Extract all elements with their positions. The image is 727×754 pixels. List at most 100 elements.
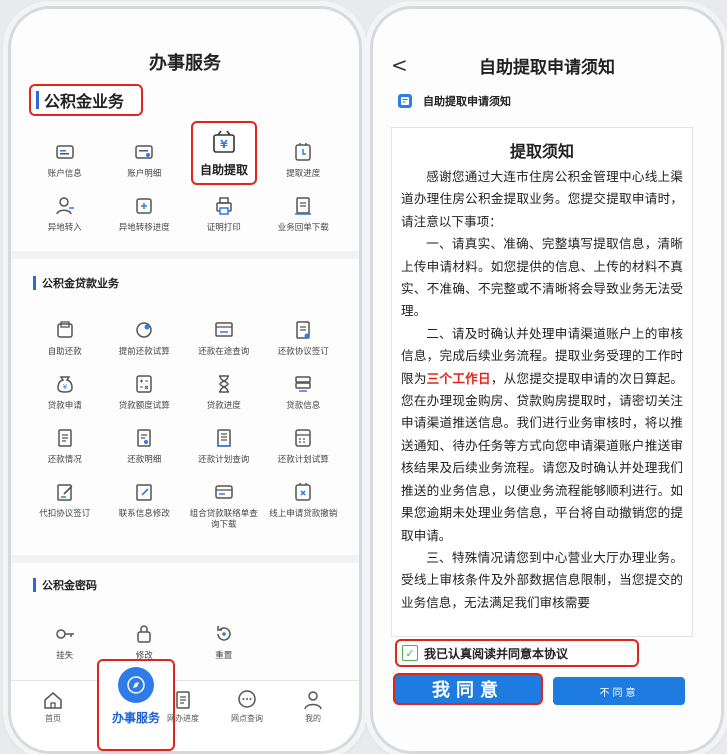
user-icon — [304, 691, 322, 710]
menu-item-certificate-print[interactable]: 证明打印 — [184, 193, 264, 247]
menu-item-repay-plan-query[interactable]: 还款计划查询 — [184, 425, 264, 479]
edit-icon — [136, 484, 152, 501]
menu-item-label: 提前还款试算 — [118, 347, 170, 357]
tab-label: 网点查询 — [231, 714, 263, 723]
section-divider — [11, 251, 359, 259]
nav-header: < 自助提取申请须知 — [373, 51, 721, 81]
menu-item-label: 贷款申请 — [47, 401, 82, 411]
section-title: 公积金业务 — [44, 92, 125, 111]
agree-checkbox-row[interactable]: ✓ 我已认真阅读并同意本协议 — [395, 639, 639, 667]
menu-item-label: 业务回单下载 — [277, 223, 329, 233]
disagree-button[interactable]: 不同意 — [553, 677, 685, 705]
plan-doc-icon — [216, 429, 231, 447]
section-password: 公积金密码 — [33, 577, 97, 593]
menu-item-account-detail[interactable]: 账户明细 — [105, 139, 185, 193]
menu-item-repay-agreement[interactable]: 还款协议签订 — [264, 317, 344, 371]
menu-item-label: 还款计划查询 — [198, 455, 250, 465]
section-bar — [33, 276, 36, 290]
menu-item-prepay-calc[interactable]: 提前还款试算 — [105, 317, 185, 371]
menu-item-label: 还款情况 — [47, 455, 82, 465]
home-icon — [44, 692, 62, 709]
menu-item-label: 账户信息 — [47, 169, 82, 179]
menu-item-label: 贷款额度试算 — [118, 401, 170, 411]
section-title: 公积金贷款业务 — [42, 277, 119, 290]
transfer-progress-icon — [136, 198, 152, 214]
notice-document[interactable]: 提取须知 感谢您通过大连市住房公积金管理中心线上渠道办理住房公积金提取业务。您提… — [391, 127, 693, 637]
menu-item-loan-progress[interactable]: 贷款进度 — [184, 371, 264, 425]
menu-item-combo-loan-download[interactable]: 组合贷款联络单查询下载 — [184, 479, 264, 533]
loan-grid: 自助还款 提前还款试算 还款在途查询 还款协议签订 ¥ 贷款申请 贷款额度试算 … — [25, 317, 343, 533]
card-icon — [215, 485, 233, 499]
menu-item-online-loan-cancel[interactable]: 线上申请贷款撤销 — [264, 479, 344, 533]
checkbox[interactable]: ✓ — [402, 645, 418, 661]
repay-icon — [57, 321, 73, 338]
password-grid: 挂失 修改 重置 — [25, 621, 343, 675]
download-icon — [295, 197, 312, 215]
doc-subtitle-text: 自助提取申请须知 — [423, 95, 511, 108]
section-loan: 公积金贷款业务 — [33, 275, 119, 291]
detail-doc-icon — [137, 429, 151, 447]
menu-item-withholding-agreement[interactable]: 代扣协议签订 — [25, 479, 105, 533]
menu-item-label: 线上申请贷款撤销 — [269, 509, 338, 519]
database-icon — [295, 376, 311, 392]
lock-icon — [137, 625, 151, 643]
menu-item-repay-detail[interactable]: 还款明细 — [105, 425, 185, 479]
menu-item-report-loss[interactable]: 挂失 — [25, 621, 105, 675]
menu-item-account-info[interactable]: 账户信息 — [25, 139, 105, 193]
working-days-highlight: 三个工作日 — [426, 370, 491, 386]
calc-coin-icon — [136, 322, 152, 338]
menu-item-reset-password[interactable]: 重置 — [184, 621, 264, 675]
svg-text:¥: ¥ — [220, 138, 228, 151]
menu-item-repay-status[interactable]: 还款情况 — [25, 425, 105, 479]
menu-item-withdraw-progress[interactable]: 提取进度 — [264, 139, 344, 193]
account-card-icon — [56, 145, 74, 159]
notice-text: ，从您提交提取申请的次日算起。您在办理现金购房、贷款购房提取时，请密切关注申请渠… — [401, 370, 684, 543]
tab-label: 网办进度 — [167, 714, 199, 723]
menu-item-self-repay[interactable]: 自助还款 — [25, 317, 105, 371]
tab-home[interactable]: 首页 — [23, 689, 83, 724]
account-detail-icon — [135, 145, 153, 159]
tab-progress[interactable]: 网办进度 — [153, 689, 213, 724]
menu-item-label: 还款明细 — [127, 455, 162, 465]
money-bag-icon: ¥ — [56, 376, 73, 393]
menu-item-receipt-download[interactable]: 业务回单下载 — [264, 193, 344, 247]
phone-left: 办事服务 公积金业务 账户信息 账户明细 提取进度 异地转入 异地转移进度 证明… — [8, 6, 362, 754]
menu-item-repay-in-transit[interactable]: 还款在途查询 — [184, 317, 264, 371]
page-title: 自助提取申请须知 — [479, 58, 615, 78]
doc-subtitle: 自助提取申请须知 — [397, 93, 511, 109]
menu-item-transfer-in[interactable]: 异地转入 — [25, 193, 105, 247]
calculator-icon — [295, 429, 311, 447]
tab-mine[interactable]: 我的 — [283, 689, 343, 724]
progress-icon — [295, 143, 311, 161]
menu-item-loan-apply[interactable]: ¥ 贷款申请 — [25, 371, 105, 425]
menu-item-label: 还款计划试算 — [277, 455, 329, 465]
menu-item-label: 证明打印 — [206, 223, 241, 233]
notice-heading: 提取须知 — [509, 142, 574, 161]
notice-paragraph-4: 三、特殊情况请您到中心营业大厅办理业务。受线上审核条件及外部数据信息限制，当您提… — [401, 549, 683, 610]
menu-item-label: 提取进度 — [286, 169, 321, 179]
phone-right: < 自助提取申请须知 自助提取申请须知 提取须知 感谢您通过大连市住房公积金管理… — [370, 6, 724, 754]
chat-icon — [238, 690, 256, 708]
menu-item-loan-info[interactable]: 贷款信息 — [264, 371, 344, 425]
reset-icon — [217, 626, 231, 641]
page-title: 办事服务 — [149, 53, 221, 74]
notice-paragraph-2: 一、请真实、准确、完整填写提取信息，清晰上传申请材料。如您提供的信息、上传的材料… — [401, 236, 683, 319]
menu-item-label: 挂失 — [56, 651, 74, 661]
menu-item-contact-edit[interactable]: 联系信息修改 — [105, 479, 185, 533]
menu-item-label: 联系信息修改 — [118, 509, 170, 519]
housing-fund-grid: 账户信息 账户明细 提取进度 异地转入 异地转移进度 证明打印 业务回单下载 — [25, 139, 343, 247]
document-sign-icon — [296, 321, 310, 339]
yuan-wallet-icon: ¥ — [213, 130, 235, 153]
menu-item-transfer-progress[interactable]: 异地转移进度 — [105, 193, 185, 247]
section-title: 公积金密码 — [42, 579, 97, 592]
section-bar — [36, 91, 39, 109]
menu-item-self-withdraw[interactable]: ¥ 自助提取 — [191, 121, 257, 185]
tab-label: 首页 — [45, 714, 61, 723]
section-housing-fund: 公积金业务 — [29, 84, 143, 116]
progress-doc-icon — [176, 691, 190, 709]
tab-branch-query[interactable]: 网点查询 — [217, 689, 277, 724]
menu-item-loan-quota-calc[interactable]: 贷款额度试算 — [105, 371, 185, 425]
agree-button[interactable]: 我同意 — [393, 673, 543, 705]
menu-item-label: 还款协议签订 — [277, 347, 329, 357]
menu-item-repay-plan-calc[interactable]: 还款计划试算 — [264, 425, 344, 479]
